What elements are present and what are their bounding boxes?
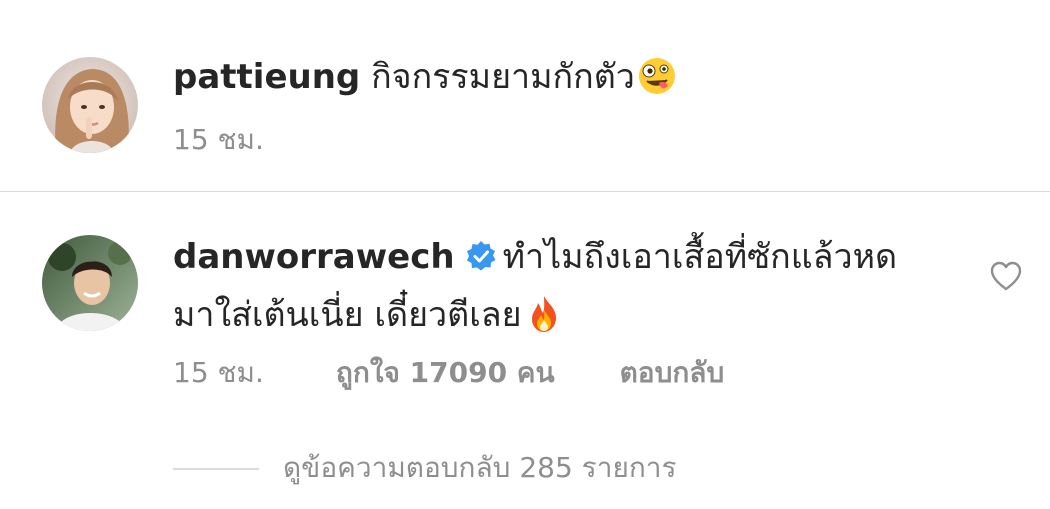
commenter-username[interactable]: danworrawech — [173, 237, 455, 277]
reply-button[interactable]: ตอบกลับ — [620, 351, 725, 395]
comment-likes-count[interactable]: ถูกใจ 17090 คน — [336, 351, 555, 395]
comment-text-line1: ทำไมถึงเอาเสื้อที่ซักแล้วหด — [502, 237, 898, 277]
comment-text-line2: มาใส่เต้นเนี่ย เดี๋ยวตีเลย — [173, 295, 522, 335]
replies-divider-line — [173, 468, 259, 470]
comment-meta: 15 ชม. ถูกใจ 17090 คน ตอบกลับ — [173, 351, 724, 395]
fire-icon — [531, 296, 556, 332]
comment-body: danworrawech ทำไมถึงเอาเสื้อที่ซักแล้วหด… — [173, 228, 963, 344]
heart-outline-icon[interactable] — [988, 258, 1024, 294]
zany-face-icon — [638, 58, 675, 94]
view-replies-button[interactable]: ดูข้อความตอบกลับ 285 รายการ — [173, 446, 677, 490]
commenter-avatar[interactable] — [42, 235, 138, 331]
section-divider — [0, 191, 1050, 192]
post-caption: pattieung กิจกรรมยามกักตัว — [173, 52, 993, 102]
view-replies-label: ดูข้อความตอบกลับ 285 รายการ — [283, 451, 677, 484]
post-caption-text: กิจกรรมยามกักตัว — [371, 57, 635, 97]
post-author-avatar[interactable] — [42, 57, 138, 153]
post-timestamp: 15 ชม. — [173, 123, 264, 156]
post-meta: 15 ชม. — [173, 118, 264, 162]
post-author-username[interactable]: pattieung — [173, 57, 360, 97]
comment-timestamp: 15 ชม. — [173, 356, 264, 389]
verified-badge-icon — [466, 241, 496, 271]
